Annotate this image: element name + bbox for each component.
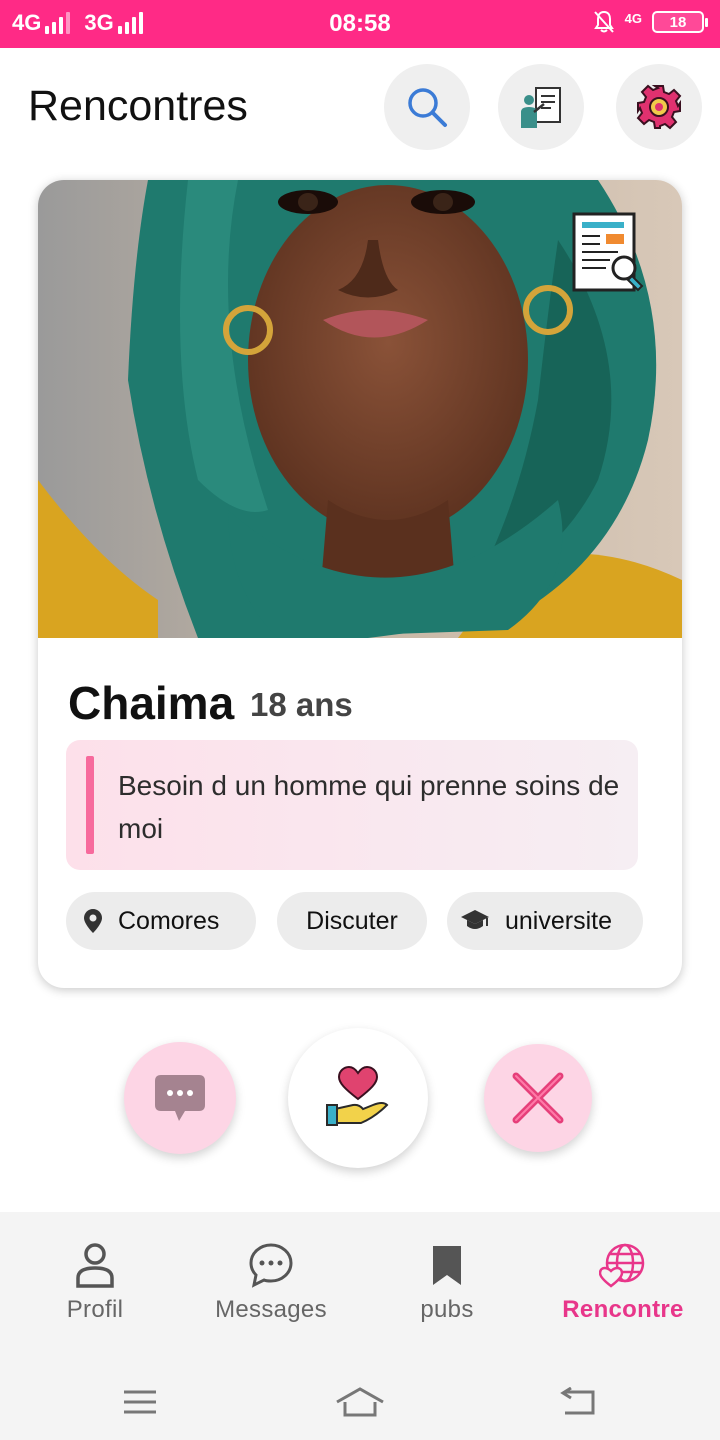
graduation-cap-icon xyxy=(461,910,489,932)
like-button[interactable] xyxy=(288,1028,428,1168)
nav-item-profil[interactable]: Profil xyxy=(5,1242,185,1324)
location-pin-icon xyxy=(84,909,102,933)
battery-level: 18 xyxy=(669,13,687,31)
settings-button[interactable] xyxy=(616,64,702,150)
profile-age: 18 ans xyxy=(250,686,353,723)
back-system-button[interactable] xyxy=(548,1380,608,1424)
profile-name: Chaima xyxy=(68,677,235,729)
nav-label-profil: Profil xyxy=(66,1296,124,1323)
chat-bubble-icon xyxy=(155,1075,205,1121)
nav-item-messages[interactable]: Messages xyxy=(181,1242,361,1324)
status-right: 4G 18 xyxy=(593,10,708,34)
menu-icon xyxy=(124,1390,156,1414)
chat-icon xyxy=(249,1243,293,1288)
close-x-icon xyxy=(512,1072,564,1124)
menu-system-button[interactable] xyxy=(110,1380,170,1424)
dismiss-button[interactable] xyxy=(484,1044,592,1152)
search-icon xyxy=(408,88,447,127)
home-icon xyxy=(336,1387,384,1417)
location-chip[interactable]: Comores xyxy=(66,892,256,950)
bio-box: Besoin d un homme qui prenne soins de mo… xyxy=(66,740,638,870)
intent-chip[interactable]: Discuter xyxy=(277,892,427,950)
system-navigation-bar xyxy=(0,1364,720,1440)
teacher-board-button[interactable] xyxy=(498,64,584,150)
nav-label-rencontre: Rencontre xyxy=(562,1296,684,1323)
location-label: Comores xyxy=(118,906,220,935)
nav-item-pubs[interactable]: pubs xyxy=(357,1242,537,1324)
home-system-button[interactable] xyxy=(330,1380,390,1424)
network-label-3: 4G xyxy=(624,10,642,26)
heart-hand-icon xyxy=(326,1065,389,1126)
status-bar: 4G 3G 08:58 4G 18 xyxy=(0,0,720,48)
settings-gear-icon xyxy=(636,84,682,130)
profile-card[interactable]: Chaima 18 ans Besoin d un homme qui pren… xyxy=(38,180,682,988)
battery-icon: 18 xyxy=(652,11,708,33)
nav-label-pubs: pubs xyxy=(420,1296,474,1323)
education-label: universite xyxy=(505,906,612,935)
nav-label-messages: Messages xyxy=(215,1296,327,1323)
notifications-off-icon xyxy=(593,10,614,33)
page-title: Rencontres xyxy=(28,82,248,130)
document-search-icon[interactable] xyxy=(572,212,650,294)
bottom-navigation: Profil Messages pubs Rencontre xyxy=(0,1212,720,1440)
search-button[interactable] xyxy=(384,64,470,150)
education-chip[interactable]: universite xyxy=(447,892,643,950)
back-icon xyxy=(560,1387,595,1415)
intent-label: Discuter xyxy=(306,906,398,935)
nav-item-rencontre[interactable]: Rencontre xyxy=(533,1242,713,1324)
teacher-board-icon xyxy=(521,87,561,128)
bio-text: Besoin d un homme qui prenne soins de mo… xyxy=(118,770,620,844)
message-button[interactable] xyxy=(124,1042,236,1154)
globe-heart-icon xyxy=(599,1243,645,1288)
bio-accent-bar xyxy=(86,756,94,854)
person-icon xyxy=(76,1243,114,1288)
bookmark-icon xyxy=(433,1246,461,1285)
